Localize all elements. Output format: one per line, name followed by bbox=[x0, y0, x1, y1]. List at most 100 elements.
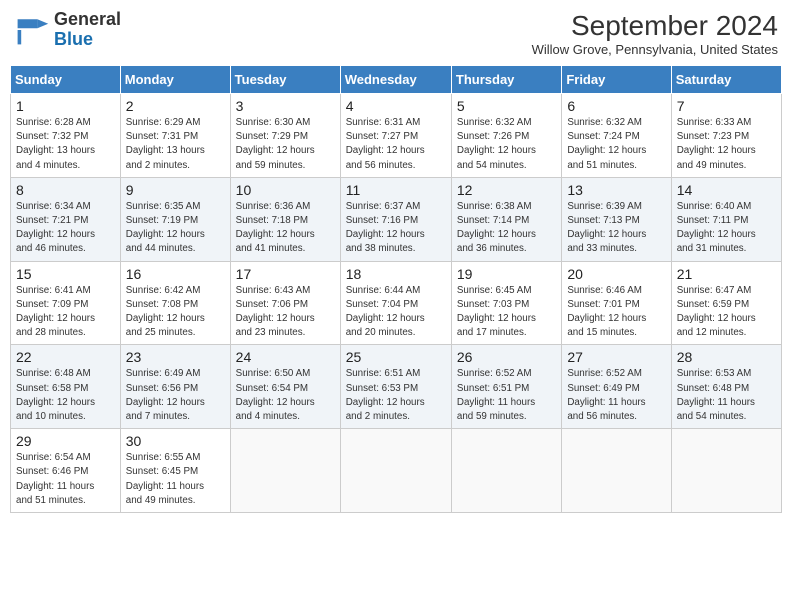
day-info: Sunrise: 6:47 AM Sunset: 6:59 PM Dayligh… bbox=[677, 284, 776, 341]
table-row: 11Sunrise: 6:37 AM Sunset: 7:16 PM Dayli… bbox=[340, 177, 451, 261]
calendar-header-row: Sunday Monday Tuesday Wednesday Thursday… bbox=[11, 66, 782, 94]
day-number: 29 bbox=[16, 433, 115, 449]
table-row bbox=[230, 429, 340, 513]
table-row: 6 Sunrise: 6:32 AM Sunset: 7:24 PM Daylig… bbox=[562, 94, 671, 178]
day-number: 24 bbox=[236, 349, 335, 365]
day-number: 4 bbox=[346, 98, 446, 114]
table-row: 9Sunrise: 6:35 AM Sunset: 7:19 PM Daylig… bbox=[120, 177, 230, 261]
logo-general: General bbox=[54, 10, 121, 30]
table-row bbox=[451, 429, 561, 513]
table-row: 5 Sunrise: 6:32 AM Sunset: 7:26 PM Daylig… bbox=[451, 94, 561, 178]
day-number: 8 bbox=[16, 182, 115, 198]
day-info: Sunrise: 6:51 AM Sunset: 6:53 PM Dayligh… bbox=[346, 367, 446, 424]
table-row: 7 Sunrise: 6:33 AM Sunset: 7:23 PM Daylig… bbox=[671, 94, 781, 178]
col-wednesday: Wednesday bbox=[340, 66, 451, 94]
table-row: 1 Sunrise: 6:28 AM Sunset: 7:32 PM Daylig… bbox=[11, 94, 121, 178]
day-info: Sunrise: 6:31 AM Sunset: 7:27 PM Dayligh… bbox=[346, 116, 446, 173]
day-info: Sunrise: 6:44 AM Sunset: 7:04 PM Dayligh… bbox=[346, 284, 446, 341]
day-info: Sunrise: 6:32 AM Sunset: 7:26 PM Dayligh… bbox=[457, 116, 556, 173]
calendar-week-row: 29 Sunrise: 6:54 AM Sunset: 6:46 PM Dayli… bbox=[11, 429, 782, 513]
day-number: 13 bbox=[567, 182, 665, 198]
day-info: Sunrise: 6:42 AM Sunset: 7:08 PM Dayligh… bbox=[126, 284, 225, 341]
day-number: 15 bbox=[16, 266, 115, 282]
table-row bbox=[671, 429, 781, 513]
table-row: 19 Sunrise: 6:45 AM Sunset: 7:03 PM Dayli… bbox=[451, 261, 561, 345]
table-row: 25 Sunrise: 6:51 AM Sunset: 6:53 PM Dayli… bbox=[340, 345, 451, 429]
table-row: 27Sunrise: 6:52 AM Sunset: 6:49 PM Dayli… bbox=[562, 345, 671, 429]
table-row bbox=[562, 429, 671, 513]
location: Willow Grove, Pennsylvania, United State… bbox=[532, 42, 778, 57]
table-row: 2 Sunrise: 6:29 AM Sunset: 7:31 PM Daylig… bbox=[120, 94, 230, 178]
day-number: 23 bbox=[126, 349, 225, 365]
day-number: 27 bbox=[567, 349, 665, 365]
day-info: Sunrise: 6:37 AM Sunset: 7:16 PM Dayligh… bbox=[346, 200, 446, 257]
day-number: 6 bbox=[567, 98, 665, 114]
day-number: 5 bbox=[457, 98, 556, 114]
table-row: 18 Sunrise: 6:44 AM Sunset: 7:04 PM Dayli… bbox=[340, 261, 451, 345]
day-info: Sunrise: 6:36 AM Sunset: 7:18 PM Dayligh… bbox=[236, 200, 335, 257]
calendar-week-row: 1 Sunrise: 6:28 AM Sunset: 7:32 PM Daylig… bbox=[11, 94, 782, 178]
day-info: Sunrise: 6:40 AM Sunset: 7:11 PM Dayligh… bbox=[677, 200, 776, 257]
day-number: 17 bbox=[236, 266, 335, 282]
table-row: 22Sunrise: 6:48 AM Sunset: 6:58 PM Dayli… bbox=[11, 345, 121, 429]
day-info: Sunrise: 6:39 AM Sunset: 7:13 PM Dayligh… bbox=[567, 200, 665, 257]
day-info: Sunrise: 6:41 AM Sunset: 7:09 PM Dayligh… bbox=[16, 284, 115, 341]
day-number: 10 bbox=[236, 182, 335, 198]
table-row: 8 Sunrise: 6:34 AM Sunset: 7:21 PM Daylig… bbox=[11, 177, 121, 261]
day-number: 16 bbox=[126, 266, 225, 282]
day-info: Sunrise: 6:53 AM Sunset: 6:48 PM Dayligh… bbox=[677, 367, 776, 424]
table-row: 21 Sunrise: 6:47 AM Sunset: 6:59 PM Dayli… bbox=[671, 261, 781, 345]
month-year: September 2024 bbox=[532, 10, 778, 42]
day-info: Sunrise: 6:28 AM Sunset: 7:32 PM Dayligh… bbox=[16, 116, 115, 173]
col-thursday: Thursday bbox=[451, 66, 561, 94]
col-tuesday: Tuesday bbox=[230, 66, 340, 94]
day-info: Sunrise: 6:50 AM Sunset: 6:54 PM Dayligh… bbox=[236, 367, 335, 424]
table-row: 14 Sunrise: 6:40 AM Sunset: 7:11 PM Dayli… bbox=[671, 177, 781, 261]
day-number: 14 bbox=[677, 182, 776, 198]
table-row: 30Sunrise: 6:55 AM Sunset: 6:45 PM Dayli… bbox=[120, 429, 230, 513]
table-row: 16 Sunrise: 6:42 AM Sunset: 7:08 PM Dayli… bbox=[120, 261, 230, 345]
day-info: Sunrise: 6:45 AM Sunset: 7:03 PM Dayligh… bbox=[457, 284, 556, 341]
day-info: Sunrise: 6:52 AM Sunset: 6:51 PM Dayligh… bbox=[457, 367, 556, 424]
day-info: Sunrise: 6:32 AM Sunset: 7:24 PM Dayligh… bbox=[567, 116, 665, 173]
calendar-week-row: 8 Sunrise: 6:34 AM Sunset: 7:21 PM Daylig… bbox=[11, 177, 782, 261]
table-row: 4 Sunrise: 6:31 AM Sunset: 7:27 PM Daylig… bbox=[340, 94, 451, 178]
day-number: 26 bbox=[457, 349, 556, 365]
table-row: 13 Sunrise: 6:39 AM Sunset: 7:13 PM Dayli… bbox=[562, 177, 671, 261]
day-number: 3 bbox=[236, 98, 335, 114]
day-info: Sunrise: 6:33 AM Sunset: 7:23 PM Dayligh… bbox=[677, 116, 776, 173]
table-row: 24 Sunrise: 6:50 AM Sunset: 6:54 PM Dayli… bbox=[230, 345, 340, 429]
logo: General Blue bbox=[14, 10, 121, 50]
table-row: 10 Sunrise: 6:36 AM Sunset: 7:18 PM Dayli… bbox=[230, 177, 340, 261]
calendar-week-row: 15 Sunrise: 6:41 AM Sunset: 7:09 PM Dayli… bbox=[11, 261, 782, 345]
day-number: 1 bbox=[16, 98, 115, 114]
day-info: Sunrise: 6:54 AM Sunset: 6:46 PM Dayligh… bbox=[16, 451, 115, 508]
page-header: General Blue September 2024 Willow Grove… bbox=[10, 10, 782, 57]
day-number: 2 bbox=[126, 98, 225, 114]
table-row: 23 Sunrise: 6:49 AM Sunset: 6:56 PM Dayli… bbox=[120, 345, 230, 429]
day-number: 18 bbox=[346, 266, 446, 282]
table-row: 28Sunrise: 6:53 AM Sunset: 6:48 PM Dayli… bbox=[671, 345, 781, 429]
day-info: Sunrise: 6:29 AM Sunset: 7:31 PM Dayligh… bbox=[126, 116, 225, 173]
table-row: 12Sunrise: 6:38 AM Sunset: 7:14 PM Dayli… bbox=[451, 177, 561, 261]
day-number: 9 bbox=[126, 182, 225, 198]
logo-text: General Blue bbox=[54, 10, 121, 50]
day-number: 21 bbox=[677, 266, 776, 282]
day-info: Sunrise: 6:55 AM Sunset: 6:45 PM Dayligh… bbox=[126, 451, 225, 508]
day-number: 19 bbox=[457, 266, 556, 282]
day-number: 20 bbox=[567, 266, 665, 282]
day-number: 22 bbox=[16, 349, 115, 365]
col-saturday: Saturday bbox=[671, 66, 781, 94]
table-row: 3Sunrise: 6:30 AM Sunset: 7:29 PM Daylig… bbox=[230, 94, 340, 178]
table-row: 15 Sunrise: 6:41 AM Sunset: 7:09 PM Dayli… bbox=[11, 261, 121, 345]
table-row: 26 Sunrise: 6:52 AM Sunset: 6:51 PM Dayli… bbox=[451, 345, 561, 429]
day-number: 7 bbox=[677, 98, 776, 114]
day-info: Sunrise: 6:34 AM Sunset: 7:21 PM Dayligh… bbox=[16, 200, 115, 257]
day-info: Sunrise: 6:49 AM Sunset: 6:56 PM Dayligh… bbox=[126, 367, 225, 424]
logo-icon bbox=[14, 12, 50, 48]
day-number: 25 bbox=[346, 349, 446, 365]
table-row bbox=[340, 429, 451, 513]
table-row: 29 Sunrise: 6:54 AM Sunset: 6:46 PM Dayli… bbox=[11, 429, 121, 513]
day-info: Sunrise: 6:43 AM Sunset: 7:06 PM Dayligh… bbox=[236, 284, 335, 341]
logo-blue: Blue bbox=[54, 30, 121, 50]
